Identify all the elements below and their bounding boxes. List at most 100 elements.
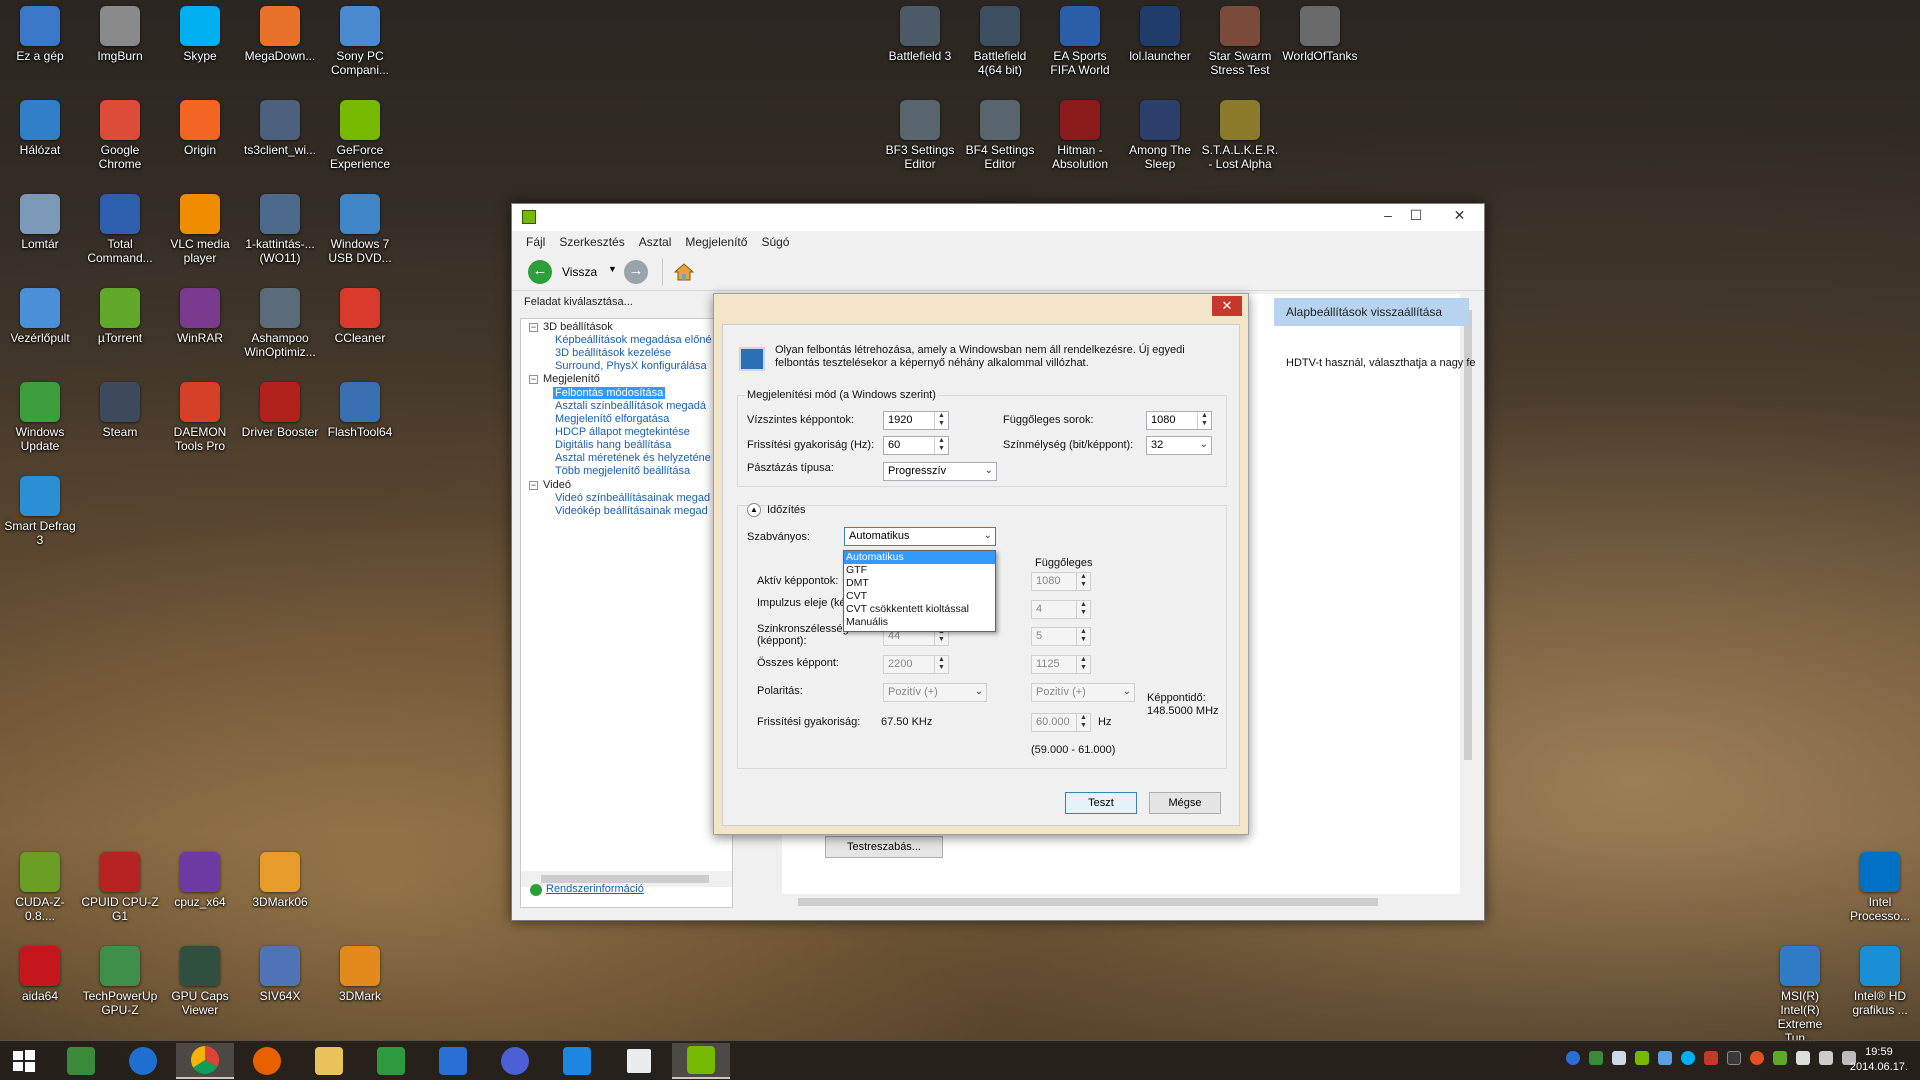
active-pixels-vertical-input[interactable]: 1080 ▲ ▼ <box>1031 572 1091 591</box>
scan-type-select[interactable]: Progresszív ⌄ <box>883 462 997 481</box>
desktop-icon[interactable]: VLC media player <box>161 190 239 265</box>
desktop-icon[interactable]: aida64 <box>1 942 79 1003</box>
menu-file[interactable]: Fájl <box>520 231 551 253</box>
spinner-arrows-icon[interactable]: ▲▼ <box>1076 714 1090 731</box>
desktop-icon[interactable]: Origin <box>161 96 239 157</box>
desktop-icon[interactable]: lol.launcher <box>1121 2 1199 63</box>
dialog-close-button[interactable]: ✕ <box>1212 296 1242 316</box>
standard-option-gtf[interactable]: GTF <box>844 564 995 577</box>
desktop-icon[interactable]: SIV64X <box>241 942 319 1003</box>
desktop-icon[interactable]: Driver Booster <box>241 378 319 439</box>
standard-option-cvt[interactable]: CVT <box>844 590 995 603</box>
desktop-icon[interactable]: CPUID CPU-Z G1 <box>81 848 159 923</box>
taskbar-nvidia-control-panel[interactable] <box>672 1043 730 1079</box>
polarity-vertical-select[interactable]: Pozitív (+) ⌄ <box>1031 683 1135 702</box>
desktop-icon[interactable]: Intel® HD grafikus ... <box>1841 942 1919 1017</box>
taskbar-weather[interactable] <box>548 1043 606 1079</box>
taskbar-app[interactable] <box>610 1043 668 1079</box>
tree-item-rotate-display[interactable]: Megjelenítő elforgatása <box>555 413 669 425</box>
title-bar[interactable]: – ☐ ✕ <box>512 204 1484 231</box>
desktop-icon[interactable]: Battlefield 3 <box>881 2 959 63</box>
desktop-icon[interactable]: ImgBurn <box>81 2 159 63</box>
home-icon[interactable] <box>673 261 695 283</box>
desktop-icon[interactable]: WinRAR <box>161 284 239 345</box>
desktop-icon[interactable]: CCleaner <box>321 284 399 345</box>
desktop-icon[interactable]: WorldOfTanks <box>1281 2 1359 63</box>
spinner-arrows-icon[interactable]: ▲▼ <box>1076 628 1090 645</box>
tree-item-video-color[interactable]: Videó színbeállításainak megad <box>555 492 710 504</box>
total-pixels-horizontal-input[interactable]: 2200 ▲ ▼ <box>883 655 949 674</box>
desktop-icon[interactable]: cpuz_x64 <box>161 848 239 909</box>
tree-item-surround-physx[interactable]: Surround, PhysX konfigurálása <box>555 360 707 372</box>
desktop-icon[interactable]: EA Sports FIFA World <box>1041 2 1119 77</box>
polarity-horizontal-select[interactable]: Pozitív (+) ⌄ <box>883 683 987 702</box>
desktop-icon[interactable]: Total Command... <box>81 190 159 265</box>
desktop-icon[interactable]: GPU Caps Viewer <box>161 942 239 1017</box>
desktop-icon[interactable]: CUDA-Z-0.8.... <box>1 848 79 923</box>
spinner-arrows-icon[interactable]: ▲▼ <box>1076 656 1090 673</box>
restore-defaults-link[interactable]: Alapbeállítások visszaállítása <box>1274 298 1469 326</box>
menu-desktop[interactable]: Asztal <box>633 231 678 253</box>
tray-app-icon[interactable] <box>1727 1051 1741 1065</box>
start-button[interactable] <box>0 1043 48 1079</box>
desktop-icon[interactable]: Lomtár <box>1 190 79 251</box>
desktop-icon[interactable]: FlashTool64 <box>321 378 399 439</box>
tree-3d-settings[interactable]: 3D beállítások <box>543 321 613 333</box>
desktop-icon[interactable]: Ashampoo WinOptimiz... <box>241 284 319 359</box>
system-info-link[interactable]: Rendszerinformáció <box>546 883 644 895</box>
spinner-arrows-icon[interactable]: ▲▼ <box>934 437 948 454</box>
sync-width-vertical-input[interactable]: 5 ▲ ▼ <box>1031 627 1091 646</box>
desktop-icon[interactable]: µTorrent <box>81 284 159 345</box>
taskbar-firefox[interactable] <box>238 1043 296 1079</box>
taskbar-chrome[interactable] <box>176 1043 234 1079</box>
back-label[interactable]: Vissza <box>562 265 597 279</box>
tree-item-desktop-color[interactable]: Asztali színbeállítások megadá <box>555 400 706 412</box>
desktop-icon[interactable]: Battlefield 4(64 bit) <box>961 2 1039 77</box>
tree-video[interactable]: Videó <box>543 479 571 491</box>
desktop-icon[interactable]: Hitman - Absolution <box>1041 96 1119 171</box>
refresh-hz-input[interactable]: 60.000 ▲ ▼ <box>1031 713 1091 732</box>
cancel-button[interactable]: Mégse <box>1149 792 1221 814</box>
desktop-icon[interactable]: Windows 7 USB DVD... <box>321 190 399 265</box>
tray-app-icon[interactable] <box>1566 1051 1580 1065</box>
desktop-icon[interactable]: 3DMark06 <box>241 848 319 909</box>
menu-help[interactable]: Súgó <box>755 231 795 253</box>
tree-collapse-icon[interactable]: − <box>529 323 538 332</box>
collapse-timing-icon[interactable]: ▲ <box>747 503 761 517</box>
taskbar-internet-explorer[interactable] <box>114 1043 172 1079</box>
desktop-icon[interactable]: 1-kattintás-... (WO11) <box>241 190 319 265</box>
tray-nvidia-icon[interactable] <box>1635 1051 1649 1065</box>
standard-option-cvt-reduced-blanking[interactable]: CVT csökkentett kioltással <box>844 603 995 616</box>
desktop-icon[interactable]: Star Swarm Stress Test <box>1201 2 1279 77</box>
tree-collapse-icon[interactable]: − <box>529 375 538 384</box>
desktop-icon[interactable]: MSI(R) Intel(R) Extreme Tun... <box>1761 942 1839 1045</box>
desktop-icon[interactable]: Hálózat <box>1 96 79 157</box>
desktop-icon[interactable]: Intel Processo... <box>1841 848 1919 923</box>
standard-select[interactable]: Automatikus ⌄ <box>844 527 996 546</box>
menu-edit[interactable]: Szerkesztés <box>553 231 630 253</box>
spinner-arrows-icon[interactable]: ▲▼ <box>1197 412 1211 429</box>
spinner-arrows-icon[interactable]: ▲▼ <box>934 412 948 429</box>
desktop-icon[interactable]: Vezérlőpult <box>1 284 79 345</box>
minimize-button[interactable]: – <box>1374 204 1402 226</box>
desktop-icon[interactable]: Ez a gép <box>1 2 79 63</box>
desktop-icon[interactable]: GeForce Experience <box>321 96 399 171</box>
tree-item-image-settings[interactable]: Képbeállítások megadása előné <box>555 334 712 346</box>
refresh-rate-input[interactable]: 60 ▲ ▼ <box>883 436 949 455</box>
tray-skype-icon[interactable] <box>1681 1051 1695 1065</box>
total-pixels-vertical-input[interactable]: 1125 ▲ ▼ <box>1031 655 1091 674</box>
standard-option-dmt[interactable]: DMT <box>844 577 995 590</box>
menu-display[interactable]: Megjelenítő <box>679 231 753 253</box>
standard-option-manual[interactable]: Manuális <box>844 616 995 629</box>
test-button[interactable]: Teszt <box>1065 792 1137 814</box>
standard-option-automatic[interactable]: Automatikus <box>844 551 995 564</box>
desktop-icon[interactable]: Windows Update <box>1 378 79 453</box>
tree-collapse-icon[interactable]: − <box>529 481 538 490</box>
desktop-icon[interactable]: ts3client_wi... <box>241 96 319 157</box>
desktop-icon[interactable]: Among The Sleep <box>1121 96 1199 171</box>
desktop-icon[interactable]: Skype <box>161 2 239 63</box>
desktop-icon[interactable]: 3DMark <box>321 942 399 1003</box>
spinner-arrows-icon[interactable]: ▲▼ <box>934 656 948 673</box>
clock[interactable]: 19:59 2014.06.17. <box>1850 1045 1908 1075</box>
content-horizontal-scrollbar[interactable] <box>782 894 1476 910</box>
